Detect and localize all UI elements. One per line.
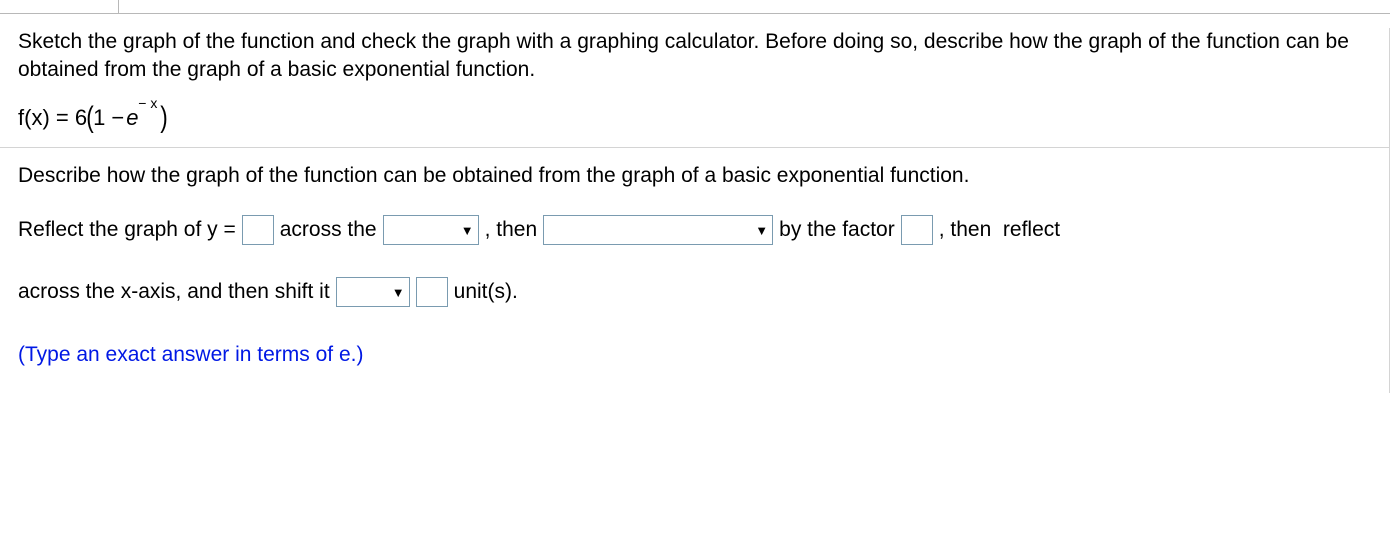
answer-area: Reflect the graph of y = across the ▼ , … [18, 206, 1372, 379]
text-by-factor: by the factor [779, 206, 895, 254]
answer-line-2: across the x-axis, and then shift it ▼ u… [18, 268, 1372, 316]
equation-inner-pre: 1 − [93, 105, 124, 131]
equation-base: e [126, 105, 138, 130]
equation-exponent: − x [138, 95, 157, 111]
answer-hint: (Type an exact answer in terms of e.) [18, 331, 1372, 379]
paren-close: ) [160, 103, 168, 133]
question-prompt: Sketch the graph of the function and che… [18, 28, 1372, 85]
text-across-xaxis-shift: across the x-axis, and then shift it [18, 268, 330, 316]
text-then-reflect: , then reflect [939, 206, 1060, 254]
select-axis[interactable]: ▼ [383, 215, 479, 245]
answer-line-1: Reflect the graph of y = across the ▼ , … [18, 206, 1372, 254]
chevron-down-icon: ▼ [461, 224, 474, 237]
text-then: , then [485, 206, 538, 254]
subquestion-prompt: Describe how the graph of the function c… [18, 162, 1372, 190]
paren-open: ( [86, 103, 94, 133]
text-units: unit(s). [454, 268, 518, 316]
equation-lhs: f(x) = 6 [18, 105, 87, 131]
chevron-down-icon: ▼ [755, 224, 768, 237]
select-direction[interactable]: ▼ [336, 277, 410, 307]
select-transform[interactable]: ▼ [543, 215, 773, 245]
answer-section: Describe how the graph of the function c… [0, 148, 1390, 393]
top-divider [0, 0, 1390, 14]
question-section: Sketch the graph of the function and che… [0, 14, 1390, 148]
chevron-down-icon: ▼ [392, 286, 405, 299]
text-across-the: across the [280, 206, 377, 254]
input-base-function[interactable] [242, 215, 274, 245]
text-reflect-graph: Reflect the graph of y = [18, 206, 236, 254]
equation: f(x) = 6 ( 1 − e − x ) [18, 103, 1372, 133]
input-factor[interactable] [901, 215, 933, 245]
exponential-term: e − x [126, 105, 138, 131]
input-units[interactable] [416, 277, 448, 307]
